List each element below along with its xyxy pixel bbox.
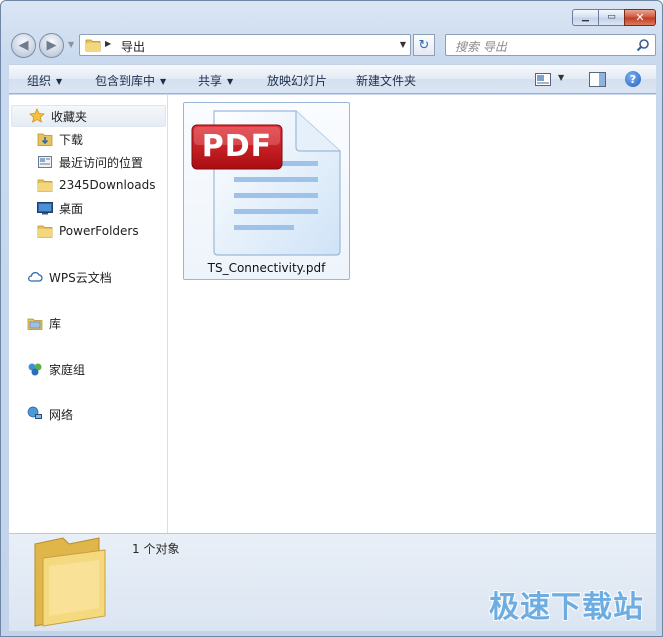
include-in-library-menu[interactable]: 包含到库中 ▼: [95, 72, 166, 89]
forward-button[interactable]: ▶: [39, 33, 64, 58]
chevron-down-icon: ▼: [160, 77, 167, 86]
cloud-icon: [27, 269, 43, 285]
minimize-button[interactable]: ▁: [572, 9, 598, 26]
desktop-icon: [37, 200, 53, 216]
pdf-file-icon: [191, 110, 341, 256]
star-icon: [29, 108, 45, 124]
file-name: TS_Connectivity.pdf: [207, 261, 326, 275]
sidebar-item-libraries[interactable]: 库: [27, 312, 61, 334]
sidebar-item-label: 最近访问的位置: [59, 155, 144, 170]
change-view-icon[interactable]: [535, 73, 551, 89]
slideshow-button[interactable]: 放映幻灯片: [267, 72, 327, 89]
folder-icon: [85, 38, 101, 55]
folder-icon: [29, 536, 111, 631]
sidebar-item-2345downloads[interactable]: 2345Downloads: [37, 174, 155, 196]
sidebar-item-downloads[interactable]: 下载: [37, 128, 83, 150]
library-icon: [27, 315, 43, 331]
sidebar-item-wps-cloud[interactable]: WPS云文档: [27, 266, 112, 288]
close-button[interactable]: ✕: [624, 9, 656, 26]
chevron-down-icon: ▼: [227, 77, 234, 86]
sidebar-item-label: 家庭组: [49, 362, 86, 377]
sidebar-item-label: PowerFolders: [59, 224, 139, 238]
item-count: 1 个对象: [132, 542, 180, 556]
sidebar-item-label: 库: [49, 316, 62, 331]
sidebar-item-label: 2345Downloads: [59, 178, 156, 192]
forward-arrow-icon: ▶: [46, 38, 57, 53]
address-bar[interactable]: ▶ 导出 ▼: [79, 34, 411, 56]
content-area: 收藏夹 下载 最近访问的位置 2345Downloads 桌面 PowerFol…: [9, 95, 656, 533]
sidebar-item-powerfolders[interactable]: PowerFolders: [37, 220, 139, 242]
folder-icon: [37, 177, 53, 193]
share-label: 共享: [198, 74, 223, 88]
help-icon[interactable]: ?: [625, 71, 641, 87]
search-input[interactable]: 搜索 导出: [455, 38, 507, 55]
sidebar-item-label: WPS云文档: [49, 270, 112, 285]
breadcrumb-arrow-icon[interactable]: ▶: [105, 39, 111, 48]
watermark: 极速下载站: [489, 590, 644, 625]
search-box[interactable]: 搜索 导出: [445, 34, 656, 56]
file-item[interactable]: PDF TS_Connectivity.pdf: [183, 102, 350, 280]
sidebar-item-homegroup[interactable]: 家庭组: [27, 358, 85, 380]
sidebar-item-label: 网络: [49, 407, 74, 422]
refresh-icon: ↻: [418, 37, 430, 53]
organize-label: 组织: [27, 74, 52, 88]
network-icon: [27, 406, 43, 422]
back-arrow-icon: ◀: [18, 38, 29, 53]
maximize-button[interactable]: ▭: [598, 9, 624, 26]
recent-pages-dropdown[interactable]: ▼: [68, 40, 74, 49]
homegroup-icon: [27, 361, 43, 377]
sidebar-item-label: 桌面: [59, 201, 84, 216]
download-folder-icon: [37, 131, 53, 147]
sidebar-item-label: 下载: [59, 132, 84, 147]
back-button[interactable]: ◀: [11, 33, 36, 58]
sidebar-item-recent-places[interactable]: 最近访问的位置: [37, 151, 143, 173]
sidebar-item-label: 收藏夹: [51, 109, 88, 124]
navigation-pane: 收藏夹 下载 最近访问的位置 2345Downloads 桌面 PowerFol…: [9, 95, 168, 533]
sidebar-item-desktop[interactable]: 桌面: [37, 197, 83, 219]
caption-buttons: ▁ ▭ ✕: [572, 9, 656, 26]
new-folder-button[interactable]: 新建文件夹: [356, 72, 416, 89]
include-in-library-label: 包含到库中: [95, 74, 156, 88]
file-list: PDF TS_Connectivity.pdf: [169, 95, 656, 533]
address-history-dropdown[interactable]: ▼: [400, 40, 406, 49]
organize-menu[interactable]: 组织 ▼: [27, 72, 62, 89]
preview-pane-icon[interactable]: [589, 72, 606, 90]
share-menu[interactable]: 共享 ▼: [198, 72, 233, 89]
command-bar: 组织 ▼ 包含到库中 ▼ 共享 ▼ 放映幻灯片 新建文件夹 ▼ ?: [9, 64, 656, 94]
folder-icon: [37, 223, 53, 239]
pdf-badge-label: PDF: [201, 129, 273, 164]
recent-places-icon: [37, 154, 53, 170]
navigation-bar: ◀ ▶ ▼ ▶ 导出 ▼ ↻ 搜索 导出: [11, 31, 656, 59]
sidebar-item-favorites[interactable]: 收藏夹: [11, 105, 166, 127]
search-icon[interactable]: [636, 38, 650, 55]
refresh-button[interactable]: ↻: [413, 34, 435, 56]
view-options-dropdown[interactable]: ▼: [558, 73, 564, 82]
breadcrumb-current[interactable]: 导出: [121, 38, 145, 55]
chevron-down-icon: ▼: [56, 77, 63, 86]
sidebar-item-network[interactable]: 网络: [27, 403, 73, 425]
explorer-window: ▁ ▭ ✕ ◀ ▶ ▼ ▶ 导出 ▼ ↻ 搜索 导出 组织 ▼ 包含到库中 ▼ 共享…: [0, 0, 663, 637]
